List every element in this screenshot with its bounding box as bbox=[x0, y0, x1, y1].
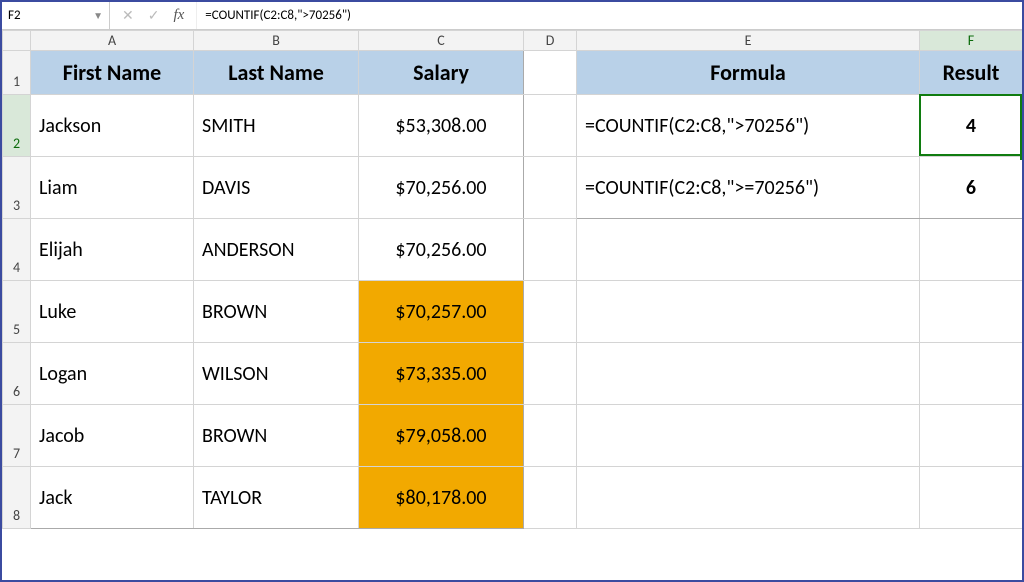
cell-e4[interactable] bbox=[577, 219, 919, 280]
row-2: 2 Jackson SMITH $53,308.00 =COUNTIF(C2:C… bbox=[3, 95, 1023, 157]
formula-bar-icons: ✕ ✓ fx bbox=[110, 2, 197, 29]
formula-input[interactable] bbox=[197, 2, 1022, 29]
column-header-row: A B C D E F bbox=[3, 31, 1023, 51]
col-header-d[interactable]: D bbox=[524, 31, 577, 51]
cell-b5[interactable]: BROWN bbox=[194, 281, 358, 342]
row-header-8[interactable]: 8 bbox=[3, 467, 31, 529]
cell-f7[interactable] bbox=[920, 405, 1022, 466]
formula-bar: F2 ▼ ✕ ✓ fx bbox=[2, 2, 1022, 30]
col-header-f[interactable]: F bbox=[920, 31, 1023, 51]
cell-d8[interactable] bbox=[524, 467, 576, 528]
grid[interactable]: A B C D E F 1 First Name Last Name Salar… bbox=[2, 30, 1022, 580]
cell-e7[interactable] bbox=[577, 405, 919, 466]
cell-a8[interactable]: Jack bbox=[31, 467, 193, 528]
row-6: 6 Logan WILSON $73,335.00 bbox=[3, 343, 1023, 405]
cell-f5[interactable] bbox=[920, 281, 1022, 342]
cell-d4[interactable] bbox=[524, 219, 576, 280]
hdr-salary[interactable]: Salary bbox=[359, 51, 523, 94]
hdr-first-name[interactable]: First Name bbox=[31, 51, 193, 94]
hdr-formula[interactable]: Formula bbox=[577, 51, 919, 94]
cell-c5[interactable]: $70,257.00 bbox=[359, 281, 523, 342]
cell-a5[interactable]: Luke bbox=[31, 281, 193, 342]
row-1: 1 First Name Last Name Salary Formula Re… bbox=[3, 51, 1023, 95]
cell-c6[interactable]: $73,335.00 bbox=[359, 343, 523, 404]
cell-f4[interactable] bbox=[920, 219, 1022, 280]
hdr-result[interactable]: Result bbox=[920, 51, 1022, 94]
row-3: 3 Liam DAVIS $70,256.00 =COUNTIF(C2:C8,"… bbox=[3, 157, 1023, 219]
cell-f3[interactable]: 6 bbox=[920, 157, 1022, 218]
col-header-e[interactable]: E bbox=[577, 31, 920, 51]
cell-e6[interactable] bbox=[577, 343, 919, 404]
row-7: 7 Jacob BROWN $79,058.00 bbox=[3, 405, 1023, 467]
spreadsheet[interactable]: A B C D E F 1 First Name Last Name Salar… bbox=[2, 30, 1022, 529]
name-box-value: F2 bbox=[8, 8, 21, 23]
cell-b6[interactable]: WILSON bbox=[194, 343, 358, 404]
row-header-2[interactable]: 2 bbox=[3, 95, 31, 157]
cell-b8[interactable]: TAYLOR bbox=[194, 467, 358, 528]
enter-icon[interactable]: ✓ bbox=[148, 7, 160, 24]
row-8: 8 Jack TAYLOR $80,178.00 bbox=[3, 467, 1023, 529]
cell-c7[interactable]: $79,058.00 bbox=[359, 405, 523, 466]
cell-b7[interactable]: BROWN bbox=[194, 405, 358, 466]
fill-handle[interactable] bbox=[1020, 154, 1023, 160]
row-header-6[interactable]: 6 bbox=[3, 343, 31, 405]
col-header-a[interactable]: A bbox=[31, 31, 194, 51]
cell-d3[interactable] bbox=[524, 157, 576, 218]
cell-d7[interactable] bbox=[524, 405, 576, 466]
cell-e2[interactable]: =COUNTIF(C2:C8,">70256") bbox=[577, 95, 919, 156]
row-header-1[interactable]: 1 bbox=[3, 51, 31, 95]
cell-e5[interactable] bbox=[577, 281, 919, 342]
cell-a4[interactable]: Elijah bbox=[31, 219, 193, 280]
row-header-5[interactable]: 5 bbox=[3, 281, 31, 343]
cell-e3[interactable]: =COUNTIF(C2:C8,">=70256") bbox=[577, 157, 919, 218]
cell-b2[interactable]: SMITH bbox=[194, 95, 358, 156]
name-box[interactable]: F2 ▼ bbox=[2, 2, 110, 29]
cell-d5[interactable] bbox=[524, 281, 576, 342]
cell-a6[interactable]: Logan bbox=[31, 343, 193, 404]
cell-a2[interactable]: Jackson bbox=[31, 95, 193, 156]
cell-a3[interactable]: Liam bbox=[31, 157, 193, 218]
cancel-icon[interactable]: ✕ bbox=[122, 7, 134, 24]
cell-a7[interactable]: Jacob bbox=[31, 405, 193, 466]
cell-c8[interactable]: $80,178.00 bbox=[359, 467, 523, 528]
cell-c3[interactable]: $70,256.00 bbox=[359, 157, 523, 218]
fx-icon[interactable]: fx bbox=[173, 7, 184, 24]
row-4: 4 Elijah ANDERSON $70,256.00 bbox=[3, 219, 1023, 281]
hdr-last-name[interactable]: Last Name bbox=[194, 51, 358, 94]
row-header-4[interactable]: 4 bbox=[3, 219, 31, 281]
cell-d6[interactable] bbox=[524, 343, 576, 404]
cell-b3[interactable]: DAVIS bbox=[194, 157, 358, 218]
cell-b4[interactable]: ANDERSON bbox=[194, 219, 358, 280]
row-header-3[interactable]: 3 bbox=[3, 157, 31, 219]
cell-c2[interactable]: $53,308.00 bbox=[359, 95, 523, 156]
excel-window: F2 ▼ ✕ ✓ fx A B C D E F bbox=[0, 0, 1024, 582]
cell-e8[interactable] bbox=[577, 467, 919, 528]
chevron-down-icon[interactable]: ▼ bbox=[93, 9, 103, 22]
row-header-7[interactable]: 7 bbox=[3, 405, 31, 467]
cell-d2[interactable] bbox=[524, 95, 576, 156]
cell-d1[interactable] bbox=[524, 51, 576, 94]
cell-f2[interactable]: 4 bbox=[920, 95, 1022, 156]
col-header-b[interactable]: B bbox=[194, 31, 359, 51]
cell-c4[interactable]: $70,256.00 bbox=[359, 219, 523, 280]
cell-f8[interactable] bbox=[920, 467, 1022, 528]
cell-f6[interactable] bbox=[920, 343, 1022, 404]
col-header-c[interactable]: C bbox=[359, 31, 524, 51]
select-all-corner[interactable] bbox=[3, 31, 31, 51]
row-5: 5 Luke BROWN $70,257.00 bbox=[3, 281, 1023, 343]
